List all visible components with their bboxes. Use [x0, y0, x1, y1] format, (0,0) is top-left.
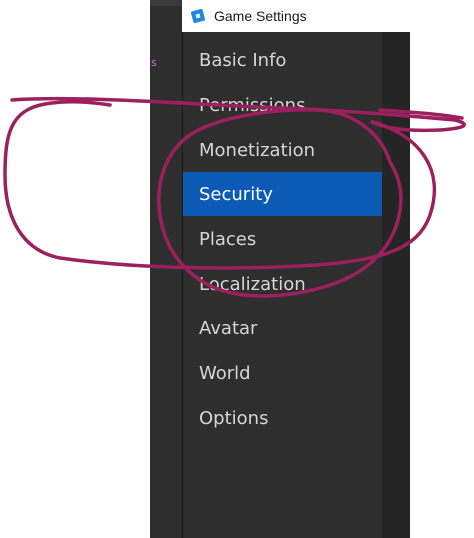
roblox-studio-icon: [190, 8, 206, 24]
screenshot-canvas: s Game Settings Basic Info Permissions M…: [0, 0, 474, 538]
sidebar-item-security[interactable]: Security: [183, 172, 383, 216]
sidebar-item-label: World: [199, 362, 251, 384]
sidebar-item-label: Basic Info: [199, 49, 287, 71]
sidebar-item-label: Monetization: [199, 139, 316, 161]
sidebar-item-permissions[interactable]: Permissions: [183, 83, 383, 127]
title-bar[interactable]: Game Settings: [182, 0, 410, 32]
sidebar-item-monetization[interactable]: Monetization: [183, 128, 383, 172]
sidebar-item-label: Options: [199, 407, 269, 429]
sidebar-item-label: Permissions: [199, 94, 306, 116]
editor-background: [150, 0, 185, 538]
sidebar-item-places[interactable]: Places: [183, 217, 383, 261]
sidebar-item-basic-info[interactable]: Basic Info: [183, 38, 383, 82]
sidebar-item-world[interactable]: World: [183, 351, 383, 395]
editor-partial-label: s: [151, 56, 157, 69]
window-title: Game Settings: [214, 8, 307, 24]
editor-top-strip: [150, 0, 185, 6]
sidebar-item-avatar[interactable]: Avatar: [183, 306, 383, 350]
sidebar-item-label: Avatar: [199, 317, 258, 339]
settings-content-panel: [382, 32, 410, 538]
sidebar-item-localization[interactable]: Localization: [183, 262, 383, 306]
game-settings-dialog: Game Settings Basic Info Permissions Mon…: [182, 0, 410, 538]
sidebar-item-label: Security: [199, 183, 273, 205]
sidebar-item-label: Localization: [199, 273, 306, 295]
sidebar-item-options[interactable]: Options: [183, 396, 383, 440]
settings-sidebar: Basic Info Permissions Monetization Secu…: [182, 32, 383, 538]
sidebar-item-label: Places: [199, 228, 257, 250]
